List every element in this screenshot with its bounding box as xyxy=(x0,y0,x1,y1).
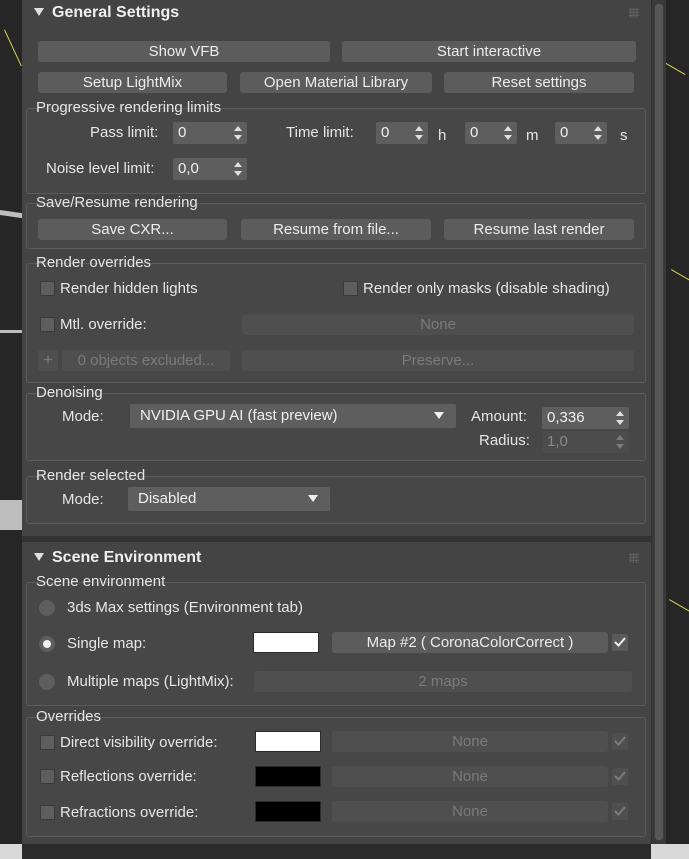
mtl-override-checkbox[interactable] xyxy=(40,317,55,332)
collapse-arrow-icon xyxy=(34,8,44,16)
reset-settings-button[interactable]: Reset settings xyxy=(444,72,634,93)
resume-from-file-button[interactable]: Resume from file... xyxy=(241,219,431,240)
setup-lightmix-button[interactable]: Setup LightMix xyxy=(38,72,227,93)
chevron-down-icon xyxy=(434,412,444,419)
group-title: Scene environment xyxy=(36,573,166,590)
drag-grip-icon[interactable] xyxy=(629,553,639,563)
bottom-strip xyxy=(0,844,689,859)
refractions-map-button[interactable]: None xyxy=(332,801,608,822)
noise-limit-label: Noise level limit: xyxy=(46,160,155,177)
reflections-override-label: Reflections override: xyxy=(60,768,197,785)
amount-spinner[interactable]: 0,336 xyxy=(542,407,629,429)
spinner-arrows-icon[interactable] xyxy=(415,125,423,141)
radius-spinner[interactable]: 1,0 xyxy=(542,431,629,453)
save-cxr-button[interactable]: Save CXR... xyxy=(38,219,227,240)
render-only-masks-checkbox[interactable] xyxy=(343,281,358,296)
open-material-library-button[interactable]: Open Material Library xyxy=(240,72,432,93)
resume-last-render-button[interactable]: Resume last render xyxy=(444,219,634,240)
checkmark-icon xyxy=(614,637,626,647)
objects-excluded-button[interactable]: 0 objects excluded... xyxy=(62,350,230,371)
direct-visibility-enable-checkbox[interactable] xyxy=(612,733,628,750)
direct-visibility-label: Direct visibility override: xyxy=(60,734,218,751)
multiple-maps-button[interactable]: 2 maps xyxy=(254,671,632,692)
reflections-override-checkbox[interactable] xyxy=(40,769,55,784)
start-interactive-button[interactable]: Start interactive xyxy=(342,41,636,62)
general-settings-rollout-header[interactable]: General Settings xyxy=(22,0,651,28)
radius-label: Radius: xyxy=(479,432,530,449)
render-selected-mode-dropdown[interactable]: Disabled xyxy=(128,487,330,511)
collapse-arrow-icon xyxy=(34,553,44,561)
spinner-arrows-icon[interactable] xyxy=(616,434,624,450)
amount-label: Amount: xyxy=(471,408,527,425)
group-title: Save/Resume rendering xyxy=(36,194,198,211)
minutes-spinner[interactable]: 0 xyxy=(465,122,517,144)
max-settings-radio[interactable] xyxy=(39,600,55,616)
mtl-override-label: Mtl. override: xyxy=(60,316,147,333)
viewport-left xyxy=(0,0,24,859)
rollout-title: General Settings xyxy=(52,4,180,21)
environment-map-button[interactable]: Map #2 ( CoronaColorCorrect ) xyxy=(332,632,608,653)
direct-visibility-map-button[interactable]: None xyxy=(332,731,608,752)
render-only-masks-label: Render only masks (disable shading) xyxy=(363,280,610,297)
multiple-maps-radio[interactable] xyxy=(39,674,55,690)
scrollbar-thumb[interactable] xyxy=(655,4,663,840)
reflections-enable-checkbox[interactable] xyxy=(612,768,628,785)
seconds-spinner[interactable]: 0 xyxy=(555,122,607,144)
progressive-limits-group xyxy=(26,108,646,194)
minutes-unit: m xyxy=(526,127,539,144)
single-map-enable-checkbox[interactable] xyxy=(612,634,628,651)
refractions-override-checkbox[interactable] xyxy=(40,805,55,820)
render-hidden-lights-checkbox[interactable] xyxy=(40,281,55,296)
chevron-down-icon xyxy=(308,495,318,502)
single-map-color-swatch[interactable] xyxy=(253,632,319,653)
mtl-override-slot[interactable]: None xyxy=(242,314,634,335)
group-title: Overrides xyxy=(36,708,102,725)
checkmark-icon xyxy=(614,771,626,781)
group-title: Render selected xyxy=(36,467,146,484)
scene-environment-rollout-header[interactable]: Scene Environment xyxy=(22,545,651,573)
direct-visibility-color-swatch[interactable] xyxy=(255,731,321,752)
spinner-arrows-icon[interactable] xyxy=(616,410,624,426)
panel-scrollbar[interactable] xyxy=(651,0,666,844)
single-map-label: Single map: xyxy=(67,635,147,652)
denoise-mode-label: Mode: xyxy=(62,408,104,425)
checkmark-icon xyxy=(614,806,626,816)
refractions-override-label: Refractions override: xyxy=(60,804,199,821)
render-settings-panel: General Settings Show VFB Start interact… xyxy=(22,0,651,844)
preserve-button[interactable]: Preserve... xyxy=(242,350,634,371)
hours-spinner[interactable]: 0 xyxy=(376,122,428,144)
group-title: Progressive rendering limits xyxy=(36,99,222,116)
render-selected-mode-label: Mode: xyxy=(62,491,104,508)
direct-visibility-checkbox[interactable] xyxy=(40,735,55,750)
seconds-unit: s xyxy=(620,127,628,144)
pass-limit-label: Pass limit: xyxy=(90,124,159,141)
single-map-radio[interactable] xyxy=(39,636,55,652)
refractions-color-swatch[interactable] xyxy=(255,801,321,822)
multiple-maps-label: Multiple maps (LightMix): xyxy=(67,673,234,690)
rollout-divider xyxy=(22,536,651,542)
spinner-arrows-icon[interactable] xyxy=(234,161,242,177)
drag-grip-icon[interactable] xyxy=(629,8,639,18)
group-title: Denoising xyxy=(36,384,103,401)
spinner-arrows-icon[interactable] xyxy=(594,125,602,141)
spinner-arrows-icon[interactable] xyxy=(234,125,242,141)
add-excluded-button[interactable]: + xyxy=(38,350,58,371)
reflections-color-swatch[interactable] xyxy=(255,766,321,787)
hours-unit: h xyxy=(438,127,447,144)
reflections-map-button[interactable]: None xyxy=(332,766,608,787)
max-settings-label: 3ds Max settings (Environment tab) xyxy=(67,599,303,616)
pass-limit-spinner[interactable]: 0 xyxy=(173,122,247,144)
noise-limit-spinner[interactable]: 0,0 xyxy=(173,158,247,180)
rollout-title: Scene Environment xyxy=(52,549,202,566)
render-hidden-lights-label: Render hidden lights xyxy=(60,280,198,297)
checkmark-icon xyxy=(614,736,626,746)
time-limit-label: Time limit: xyxy=(286,124,354,141)
denoise-mode-dropdown[interactable]: NVIDIA GPU AI (fast preview) xyxy=(130,404,456,428)
show-vfb-button[interactable]: Show VFB xyxy=(38,41,330,62)
spinner-arrows-icon[interactable] xyxy=(504,125,512,141)
refractions-enable-checkbox[interactable] xyxy=(612,803,628,820)
group-title: Render overrides xyxy=(36,254,152,271)
